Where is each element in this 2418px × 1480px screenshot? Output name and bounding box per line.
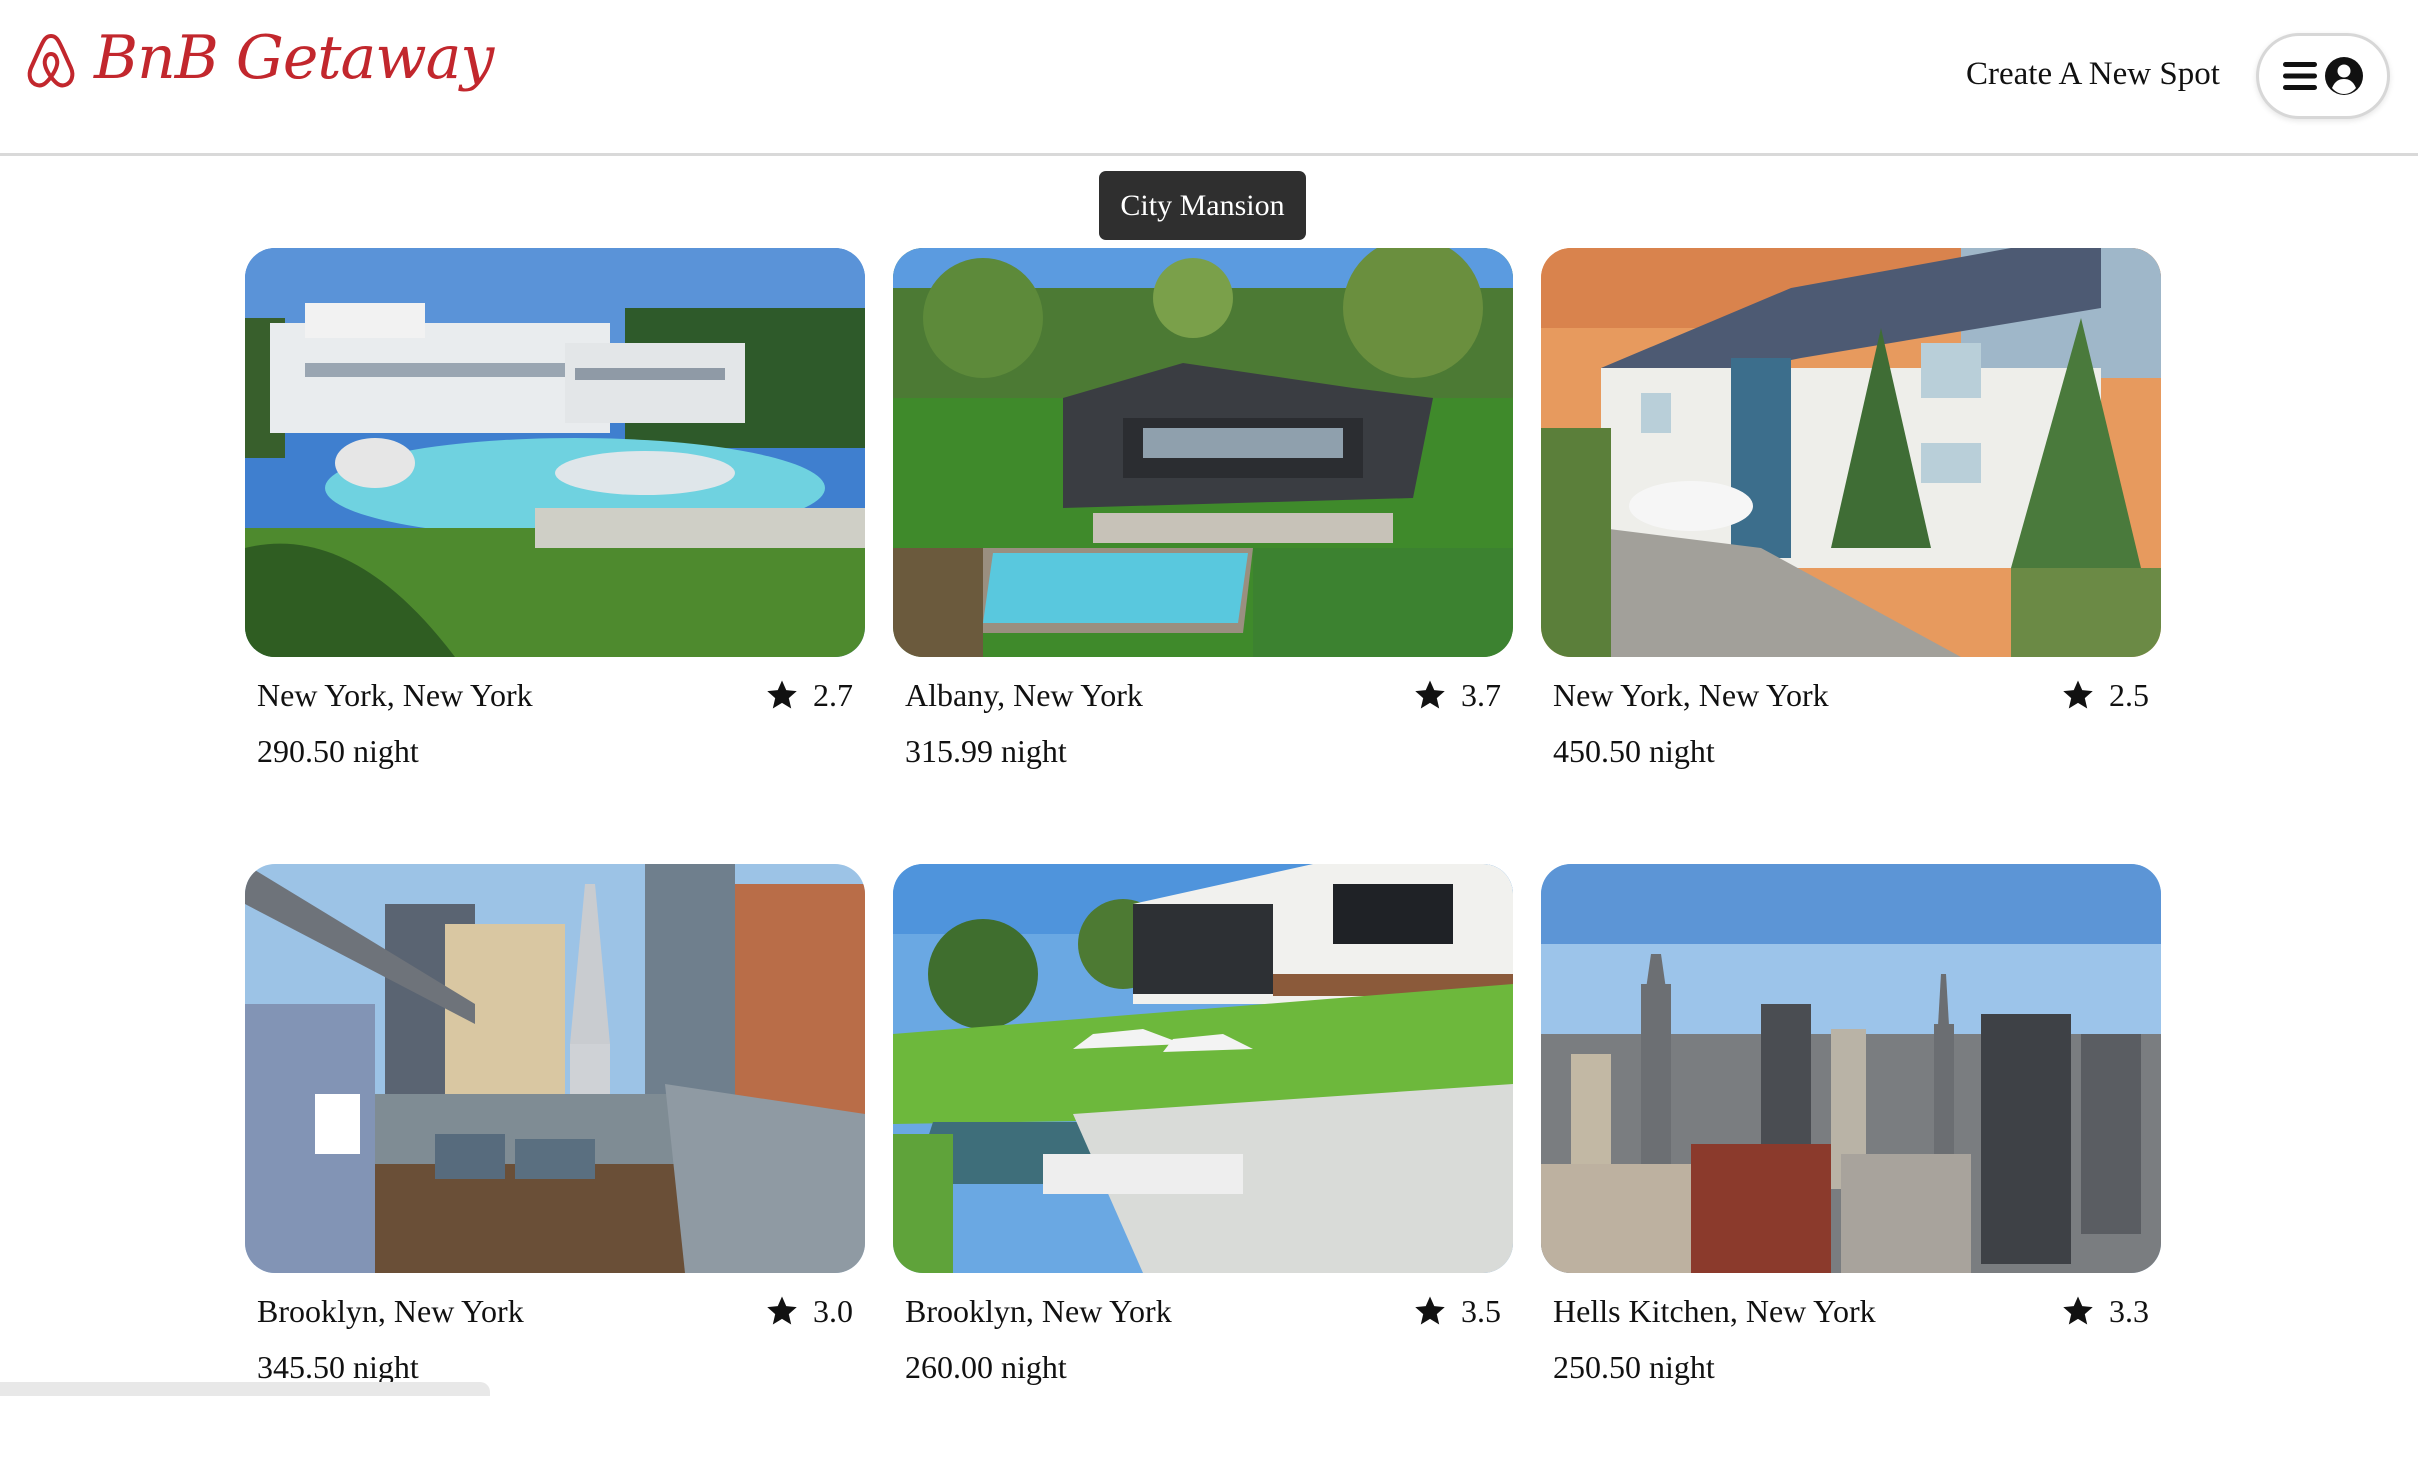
mansion-pool-photo[interactable] (245, 248, 865, 657)
airbnb-logo-icon (27, 34, 75, 88)
rating-value: 3.5 (1461, 1292, 1501, 1329)
brand-name: BnB Getaway (94, 23, 494, 93)
spot-info-row: Brooklyn, New York 3.5 (893, 1291, 1513, 1331)
spot-rating: 3.0 (765, 1293, 853, 1330)
spot-rating: 3.5 (1413, 1293, 1501, 1330)
spot-info-row: New York, New York 2.7 (245, 675, 865, 715)
star-icon (1415, 1296, 1445, 1325)
spot-rating: 2.5 (2061, 677, 2149, 714)
spot-info-row: New York, New York 2.5 (1541, 675, 2161, 715)
spot-location: Albany, New York (905, 676, 1143, 713)
spot-card[interactable]: Albany, New York 3.7 315.99 night (893, 248, 1513, 864)
spot-info-row: Hells Kitchen, New York 3.3 (1541, 1291, 2161, 1331)
spot-price: 290.50 night (257, 733, 419, 769)
hamburger-menu-icon (2283, 62, 2317, 90)
user-circle-icon (2325, 57, 2363, 95)
spot-card[interactable]: Hells Kitchen, New York 3.3 250.50 night (1541, 864, 2161, 1480)
spot-card[interactable]: New York, New York 2.5 450.50 night (1541, 248, 2161, 864)
spot-location: New York, New York (257, 676, 533, 713)
spot-price: 315.99 night (905, 733, 1067, 769)
spot-location: Brooklyn, New York (257, 1292, 524, 1329)
profile-menu-button[interactable] (2256, 33, 2390, 119)
star-icon (2063, 1296, 2093, 1325)
spot-name-tooltip: City Mansion (1099, 171, 1306, 240)
brand-home-link[interactable]: BnB Getaway (24, 23, 494, 93)
create-new-spot-link[interactable]: Create A New Spot (1966, 56, 2220, 93)
white-house-driveway-photo[interactable] (1541, 248, 2161, 657)
star-icon (1415, 680, 1445, 709)
spot-card[interactable]: Brooklyn, New York 3.5 260.00 night (893, 864, 1513, 1480)
spot-rating: 3.3 (2061, 1293, 2149, 1330)
spot-location: Brooklyn, New York (905, 1292, 1172, 1329)
spot-info-row: Brooklyn, New York 3.0 (245, 1291, 865, 1331)
star-icon (767, 680, 797, 709)
spot-price: 450.50 night (1553, 733, 1715, 769)
top-navigation-bar: BnB Getaway Create A New Spot (0, 0, 2418, 156)
spot-price: 260.00 night (905, 1349, 1067, 1385)
spot-info-row: Albany, New York 3.7 (893, 675, 1513, 715)
rating-value: 2.7 (813, 676, 853, 713)
star-icon (2063, 680, 2093, 709)
spot-location: Hells Kitchen, New York (1553, 1292, 1876, 1329)
rating-value: 2.5 (2109, 676, 2149, 713)
horizontal-scrollbar[interactable] (0, 1382, 490, 1396)
spots-grid: New York, New York 2.7 290.50 night Alba… (245, 248, 2161, 1480)
modern-house-pool-photo[interactable] (893, 248, 1513, 657)
star-icon (767, 1296, 797, 1325)
spot-price: 250.50 night (1553, 1349, 1715, 1385)
rating-value: 3.0 (813, 1292, 853, 1329)
spot-rating: 2.7 (765, 677, 853, 714)
spot-rating: 3.7 (1413, 677, 1501, 714)
rooftop-terrace-photo[interactable] (245, 864, 865, 1273)
manhattan-skyline-photo[interactable] (1541, 864, 2161, 1273)
spot-price: 345.50 night (257, 1349, 419, 1385)
rating-value: 3.3 (2109, 1292, 2149, 1329)
lawn-pool-house-photo[interactable] (893, 864, 1513, 1273)
rating-value: 3.7 (1461, 676, 1501, 713)
spot-location: New York, New York (1553, 676, 1829, 713)
spot-card[interactable]: New York, New York 2.7 290.50 night (245, 248, 865, 864)
